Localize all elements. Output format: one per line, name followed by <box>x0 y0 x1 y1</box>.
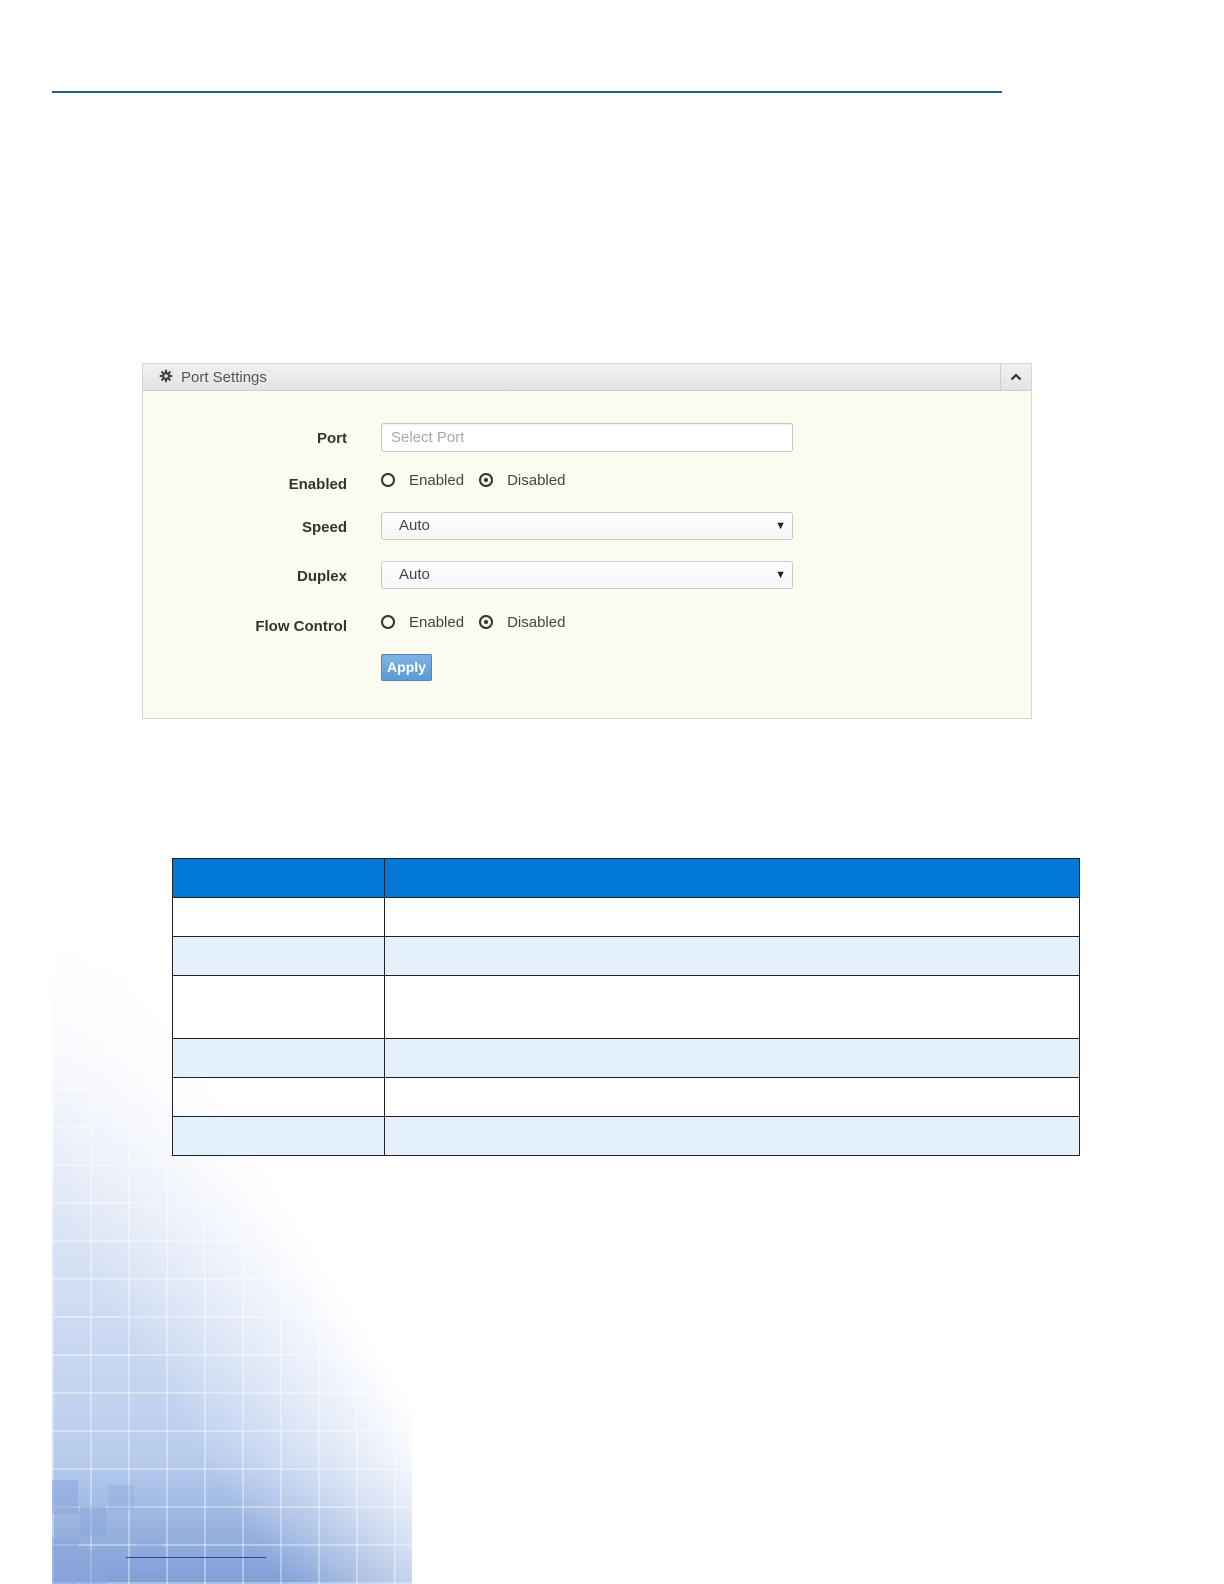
speed-value: Auto <box>399 517 430 534</box>
speed-label: Speed <box>301 519 347 536</box>
flow-control-radio-group: Enabled Disabled <box>381 612 580 632</box>
duplex-label: Duplex <box>296 568 347 585</box>
footer-rule <box>126 1557 266 1558</box>
table-cell <box>384 975 1080 1039</box>
flow-control-option-enabled-label: Enabled <box>409 613 465 631</box>
port-select-input[interactable]: Select Port <box>381 423 793 452</box>
chevron-up-icon <box>1010 373 1022 381</box>
table-cell <box>384 1116 1080 1156</box>
port-settings-panel: Port Settings Port Select Port Enabled E… <box>142 363 1032 719</box>
flow-control-radio-disabled[interactable] <box>479 615 494 629</box>
enabled-radio-disabled[interactable] <box>479 473 494 487</box>
apply-button[interactable]: Apply <box>381 654 432 681</box>
duplex-select[interactable]: Auto ▼ <box>381 561 793 589</box>
table-cell <box>172 1077 385 1117</box>
flow-control-radio-enabled[interactable] <box>381 615 395 629</box>
table-header-cell <box>384 858 1080 898</box>
table-header-row <box>172 858 1080 898</box>
panel-title: Port Settings <box>181 369 267 386</box>
table-cell <box>384 936 1080 976</box>
collapse-button[interactable] <box>1000 364 1031 390</box>
table-cell <box>384 1077 1080 1117</box>
table-row <box>172 1077 1080 1117</box>
dropdown-caret-icon: ▼ <box>775 520 786 532</box>
enabled-radio-enabled[interactable] <box>381 473 395 487</box>
speed-select[interactable]: Auto ▼ <box>381 512 793 540</box>
panel-header: Port Settings <box>143 364 1031 391</box>
flow-control-label: Flow Control <box>255 618 347 635</box>
port-label: Port <box>317 430 347 447</box>
enabled-radio-group: Enabled Disabled <box>381 470 580 490</box>
enabled-option-disabled-label: Disabled <box>507 471 566 489</box>
flow-control-option-disabled-label: Disabled <box>507 613 566 631</box>
table-cell <box>384 1038 1080 1078</box>
table-cell <box>172 897 385 937</box>
table-row <box>172 897 1080 937</box>
description-table <box>172 858 1080 1156</box>
enabled-label: Enabled <box>288 476 347 493</box>
table-cell <box>172 1038 385 1078</box>
table-cell <box>172 936 385 976</box>
table-header-cell <box>172 858 385 898</box>
table-row <box>172 975 1080 1039</box>
table-row <box>172 936 1080 976</box>
header-rule <box>52 91 1002 93</box>
dropdown-caret-icon: ▼ <box>775 569 786 581</box>
enabled-option-enabled-label: Enabled <box>409 471 465 489</box>
duplex-value: Auto <box>399 566 430 583</box>
table-cell <box>172 975 385 1039</box>
gear-icon <box>159 369 173 383</box>
port-placeholder: Select Port <box>391 429 465 446</box>
table-row <box>172 1116 1080 1156</box>
table-row <box>172 1038 1080 1078</box>
table-cell <box>172 1116 385 1156</box>
table-cell <box>384 897 1080 937</box>
